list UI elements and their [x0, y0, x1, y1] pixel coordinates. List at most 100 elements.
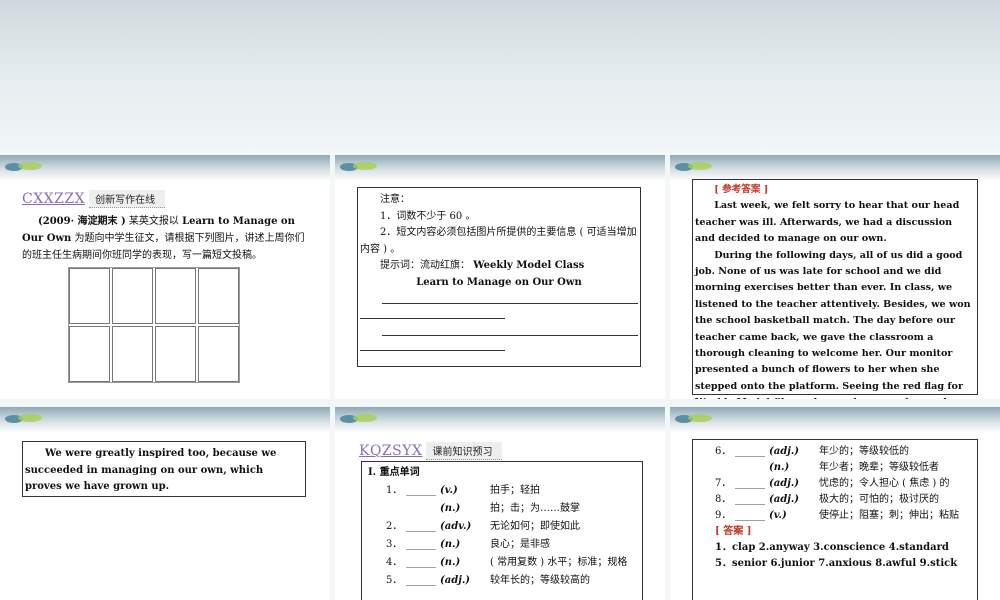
vocab-pos: (adj.)	[440, 575, 471, 586]
banner-title: 创新写作在线	[89, 190, 166, 208]
answer-tag: [ 答案 ]	[715, 526, 752, 537]
vocab-answer-box: 6． ______ (adj.) 年少的；等级较低的 (n.) 年少者；晚辈；等级较低者 7…	[692, 439, 978, 600]
answer-line[interactable]	[360, 318, 505, 319]
vocab-item: 9． ______ (v.) 使停止；阻塞；刺；伸出；粘贴	[697, 508, 973, 524]
comic-panel	[155, 268, 196, 324]
note-title: 注意：	[380, 194, 410, 205]
answer-tag: [ 参考答案 ]	[714, 184, 769, 195]
vocab-item: 1． ______ (v.) 拍手；轻拍	[366, 482, 638, 500]
vocab-number: 9．	[715, 510, 732, 521]
vocab-pos: (v.)	[769, 510, 787, 521]
vocab-pos: (adj.)	[769, 446, 800, 457]
vocab-number: 4．	[386, 557, 403, 568]
section-banner: KQZSYX 课前知识预习	[359, 441, 503, 461]
vocab-pos: (n.)	[440, 503, 461, 514]
vocab-meaning: 无论如何；即使如此	[490, 521, 580, 532]
vocab-blank[interactable]: ______	[735, 476, 769, 492]
comic-panel	[112, 268, 153, 324]
slide-6[interactable]: 6． ______ (adj.) 年少的；等级较低的 (n.) 年少者；晚辈；等级较低者 7…	[670, 407, 1000, 600]
vocab-number: 3．	[386, 539, 403, 550]
vocab-pos: (v.)	[440, 485, 458, 496]
answer-continuation-box: We were greatly inspired too, because we…	[22, 441, 306, 497]
vocab-number: 5．	[386, 575, 403, 586]
brand-logo-icon	[5, 162, 42, 171]
model-answer-box: [ 参考答案 ] Last week, we felt sorry to hea…	[692, 179, 978, 399]
vocab-blank[interactable]: ______	[406, 482, 440, 500]
vocab-list: 1． ______ (v.) 拍手；轻拍 (n.) 拍；击；为……鼓掌 2． ______ (a…	[366, 482, 638, 590]
vocab-number: 7．	[715, 478, 732, 489]
slide-1[interactable]: CXXZZX 创新写作在线 (2009· 海淀期末 ) 某英文报以 Learn …	[0, 155, 330, 399]
slide-5[interactable]: KQZSYX 课前知识预习 Ⅰ. 重点单词 1． ______ (v.) 拍手；轻拍(…	[335, 407, 665, 600]
vocab-meaning: 极大的；可怕的；极讨厌的	[819, 494, 939, 505]
vocab-number: 8．	[715, 494, 732, 505]
vocab-blank[interactable]: ______	[735, 444, 769, 460]
answer-line[interactable]	[382, 335, 638, 336]
vocab-pos: (n.)	[440, 557, 461, 568]
vocab-blank[interactable]: ______	[406, 536, 440, 554]
hint-label: 提示词：流动红旗：	[380, 260, 470, 271]
vocab-blank[interactable]: ______	[735, 492, 769, 508]
answer-line[interactable]	[360, 350, 505, 351]
vocab-item: 5． ______ (adj.) 较年长的；等级较高的	[366, 572, 638, 590]
vocab-blank[interactable]: ______	[406, 572, 440, 590]
slide-4[interactable]: We were greatly inspired too, because we…	[0, 407, 330, 600]
vocab-list: 6． ______ (adj.) 年少的；等级较低的 (n.) 年少者；晚辈；等级较低者 7…	[697, 444, 973, 524]
notes-box: 注意： 1．词数不少于 60 。 2．短文内容必须包括图片所提供的主要信息 ( …	[357, 187, 641, 367]
vocab-meaning: 年少者；晚辈；等级较低者	[819, 462, 939, 473]
answer-tag-line: [ 答案 ]	[697, 524, 973, 540]
banner-code: KQZSYX	[359, 443, 423, 459]
note-2: 2．短文内容必须包括图片所提供的主要信息 ( 可适当增加内容 ) 。	[360, 227, 637, 255]
vocab-blank[interactable]: ______	[406, 518, 440, 536]
vocab-blank[interactable]: ______	[406, 554, 440, 572]
brand-logo-icon	[340, 162, 377, 171]
answer-paragraph-2: During the following days, all of us did…	[695, 249, 971, 399]
vocab-number: 6．	[715, 446, 732, 457]
vocab-box: Ⅰ. 重点单词 1． ______ (v.) 拍手；轻拍 (n.) 拍；击；为……鼓掌 2．…	[361, 461, 643, 600]
hint-word: Weekly Model Class	[473, 260, 585, 271]
comic-panel	[198, 326, 239, 382]
task-text: (2009· 海淀期末 ) 某英文报以 Learn to Manage on O…	[22, 213, 306, 264]
vocab-pos: (adj.)	[769, 478, 800, 489]
essay-title: Learn to Manage on Our Own	[360, 275, 638, 292]
answer-row-1: 1．clap 2.anyway 3.conscience 4.standard	[715, 542, 949, 553]
vocab-pos: (adj.)	[769, 494, 800, 505]
vocab-meaning: 拍；击；为……鼓掌	[490, 503, 580, 514]
vocab-item: 8． ______ (adj.) 极大的；可怕的；极讨厌的	[697, 492, 973, 508]
answer-paragraph-3: We were greatly inspired too, because we…	[25, 448, 277, 492]
vocab-meaning: 良心；是非感	[490, 539, 550, 550]
page-header-band	[0, 0, 1000, 150]
note-1: 1．词数不少于 60 。	[380, 210, 476, 222]
vocab-meaning: 较年长的；等级较高的	[490, 575, 590, 586]
essay-title-text: Learn to Manage on Our Own	[416, 276, 582, 288]
vocab-pos: (n.)	[440, 539, 461, 550]
vocab-number	[715, 460, 735, 476]
task-source: (2009· 海淀期末 )	[38, 216, 126, 227]
vocab-blank[interactable]: ______	[735, 508, 769, 524]
vocab-meaning: 忧虑的；令人担心 ( 焦虑 ) 的	[819, 478, 950, 489]
comic-image	[68, 267, 240, 383]
slide-2[interactable]: 注意： 1．词数不少于 60 。 2．短文内容必须包括图片所提供的主要信息 ( …	[335, 155, 665, 399]
brand-logo-icon	[5, 414, 42, 423]
comic-panel	[112, 326, 153, 382]
vocab-blank[interactable]	[735, 460, 769, 476]
comic-panel	[69, 268, 110, 324]
brand-logo-icon	[340, 414, 377, 423]
brand-logo-icon	[675, 414, 712, 423]
hint-line: 提示词：流动红旗： Weekly Model Class	[360, 258, 638, 275]
vocab-item: 2． ______ (adv.) 无论如何；即使如此	[366, 518, 638, 536]
vocab-item: (n.) 拍；击；为……鼓掌	[366, 500, 638, 518]
comic-panel	[198, 268, 239, 324]
vocab-meaning: ( 常用复数 ) 水平；标准；规格	[490, 557, 628, 568]
answer-line[interactable]	[382, 303, 638, 304]
answer-tag-line: [ 参考答案 ]	[695, 182, 975, 198]
vocab-item: 6． ______ (adj.) 年少的；等级较低的	[697, 444, 973, 460]
vocab-meaning: 使停止；阻塞；刺；伸出；粘贴	[819, 510, 959, 521]
vocab-item: 7． ______ (adj.) 忧虑的；令人担心 ( 焦虑 ) 的	[697, 476, 973, 492]
task-text-a: 某英文报以	[125, 216, 183, 227]
vocab-blank[interactable]	[406, 500, 440, 518]
slide-3[interactable]: [ 参考答案 ] Last week, we felt sorry to hea…	[670, 155, 1000, 399]
vocab-number	[386, 500, 406, 518]
comic-panel	[69, 326, 110, 382]
vocab-pos: (n.)	[769, 462, 790, 473]
vocab-meaning: 年少的；等级较低的	[819, 446, 909, 457]
